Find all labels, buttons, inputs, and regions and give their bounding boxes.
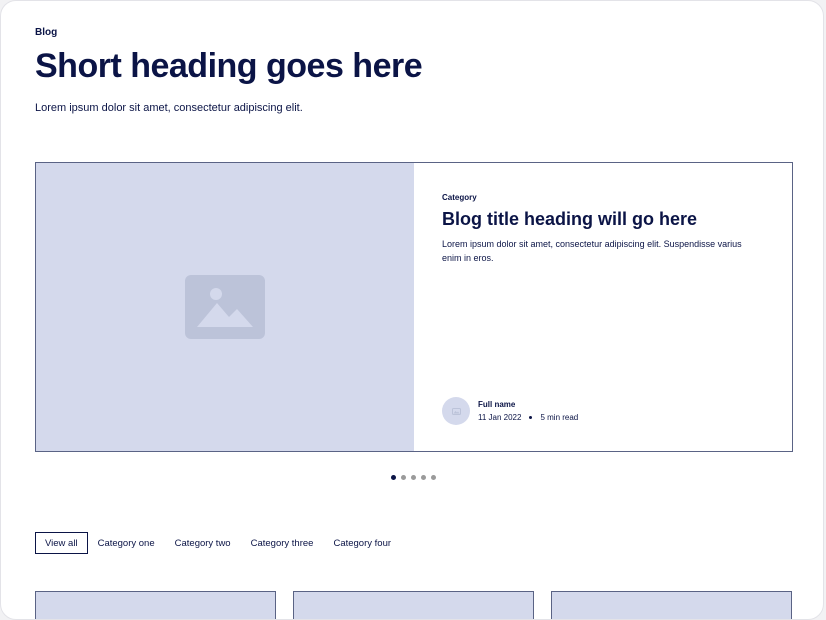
featured-post-body: Category Blog title heading will go here… bbox=[414, 163, 792, 451]
tab-category-two[interactable]: Category two bbox=[165, 532, 241, 554]
tab-category-four[interactable]: Category four bbox=[323, 532, 401, 554]
blog-card-list bbox=[35, 591, 809, 619]
avatar bbox=[442, 397, 470, 425]
category-filter-tabs: View all Category one Category two Category… bbox=[35, 532, 401, 554]
avatar-placeholder-icon bbox=[451, 407, 461, 415]
blog-card-image[interactable] bbox=[35, 591, 276, 619]
meta-separator-dot bbox=[529, 416, 533, 419]
carousel-dot-2[interactable] bbox=[401, 475, 406, 480]
image-placeholder-icon bbox=[185, 275, 265, 339]
tab-view-all[interactable]: View all bbox=[35, 532, 88, 554]
blog-card-image[interactable] bbox=[551, 591, 792, 619]
post-date: 11 Jan 2022 bbox=[478, 413, 522, 422]
blog-card-image[interactable] bbox=[293, 591, 534, 619]
tab-category-three[interactable]: Category three bbox=[241, 532, 324, 554]
carousel-dot-3[interactable] bbox=[411, 475, 416, 480]
post-description: Lorem ipsum dolor sit amet, consectetur … bbox=[442, 239, 742, 263]
read-time: 5 min read bbox=[540, 413, 579, 422]
section-description: Lorem ipsum dolor sit amet, consectetur … bbox=[35, 102, 303, 114]
carousel-dot-1[interactable] bbox=[391, 475, 396, 480]
carousel-dot-4[interactable] bbox=[421, 475, 426, 480]
carousel-pagination bbox=[391, 475, 441, 480]
section-tagline: Blog bbox=[35, 27, 58, 38]
post-category[interactable]: Category bbox=[442, 193, 477, 202]
featured-post-card[interactable]: Category Blog title heading will go here… bbox=[35, 162, 793, 452]
carousel-dot-5[interactable] bbox=[431, 475, 436, 480]
post-author: Full name 11 Jan 2022 5 min read bbox=[442, 397, 578, 425]
blog-section: Blog Short heading goes here Lorem ipsum… bbox=[0, 0, 824, 620]
author-name: Full name bbox=[478, 400, 516, 409]
post-title[interactable]: Blog title heading will go here bbox=[442, 209, 697, 230]
page-title: Short heading goes here bbox=[35, 47, 423, 85]
featured-post-image[interactable] bbox=[36, 163, 414, 451]
tab-category-one[interactable]: Category one bbox=[88, 532, 165, 554]
